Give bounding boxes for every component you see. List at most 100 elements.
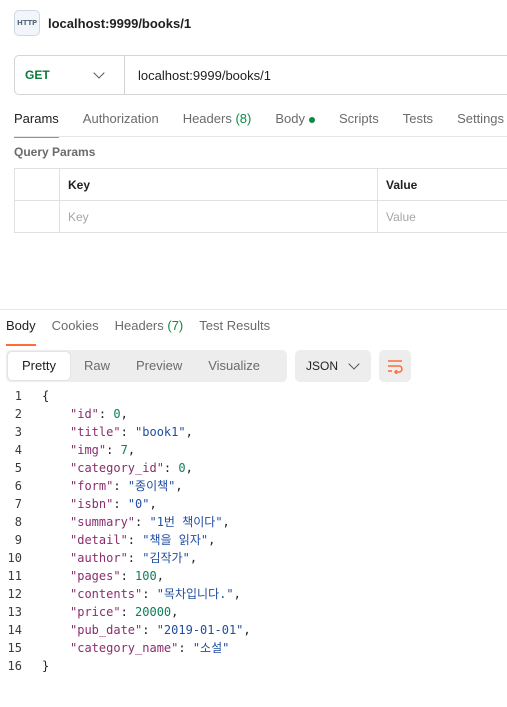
body-indicator-dot bbox=[308, 116, 315, 123]
close-brace: } bbox=[42, 659, 50, 673]
view-preview-button[interactable]: Preview bbox=[124, 352, 194, 380]
code-line: 1{ bbox=[0, 387, 251, 405]
json-key: "form" bbox=[70, 479, 114, 493]
divider bbox=[14, 136, 507, 137]
tab-body-label: Body bbox=[275, 111, 305, 126]
headers-count-badge: (8) bbox=[235, 111, 252, 126]
table-row: Key Value bbox=[14, 200, 507, 233]
wrap-lines-icon bbox=[388, 360, 403, 374]
tab-test-results-label: Test Results bbox=[199, 318, 271, 333]
chevron-down-icon bbox=[93, 67, 105, 79]
json-key: "detail" bbox=[70, 533, 128, 547]
json-value: "0" bbox=[127, 497, 150, 511]
request-tab-title[interactable]: HTTP localhost:9999/books/1 bbox=[14, 10, 191, 36]
code-line: 4 "img": 7, bbox=[0, 441, 251, 459]
http-icon: HTTP bbox=[14, 10, 40, 36]
query-params-table: Key Value Key Value bbox=[14, 168, 507, 233]
tab-settings[interactable]: Settings bbox=[457, 110, 504, 134]
tab-headers[interactable]: Headers (8) bbox=[183, 110, 252, 134]
json-key: "pub_date" bbox=[70, 623, 143, 637]
tab-cookies-label: Cookies bbox=[51, 318, 99, 333]
tab-response-headers-label: Headers bbox=[114, 318, 164, 333]
code-line: 16} bbox=[0, 657, 251, 675]
json-key: "summary" bbox=[70, 515, 136, 529]
json-key: "pages" bbox=[70, 569, 121, 583]
line-number: 11 bbox=[7, 569, 22, 583]
code-line: 6 "form": "종이책", bbox=[0, 477, 251, 495]
view-raw-button[interactable]: Raw bbox=[72, 352, 122, 380]
json-key: "category_name" bbox=[70, 641, 179, 655]
code-line: 8 "summary": "1번 책이다", bbox=[0, 513, 251, 531]
tab-response-body-label: Body bbox=[6, 318, 36, 333]
tab-params[interactable]: Params bbox=[14, 110, 59, 138]
line-number: 4 bbox=[14, 443, 22, 457]
json-key: "title" bbox=[70, 425, 121, 439]
tab-authorization-label: Authorization bbox=[82, 111, 159, 126]
method-select[interactable]: GET bbox=[15, 56, 125, 94]
line-number: 14 bbox=[7, 623, 22, 637]
json-value: 100 bbox=[135, 569, 157, 583]
line-number: 9 bbox=[14, 533, 22, 547]
tab-title-text: localhost:9999/books/1 bbox=[48, 15, 192, 31]
line-number: 7 bbox=[14, 497, 22, 511]
response-headers-count-badge: (7) bbox=[167, 318, 184, 333]
code-line: 2 "id": 0, bbox=[0, 405, 251, 423]
value-input[interactable]: Value bbox=[377, 200, 507, 233]
tab-scripts-label: Scripts bbox=[338, 111, 379, 126]
view-visualize-button[interactable]: Visualize bbox=[196, 352, 272, 380]
line-number: 13 bbox=[7, 605, 22, 619]
tab-params-label: Params bbox=[14, 111, 59, 126]
open-brace: { bbox=[42, 389, 50, 403]
checkbox-cell bbox=[14, 168, 60, 201]
view-mode-group: Pretty Raw Preview Visualize bbox=[6, 350, 287, 382]
line-number: 12 bbox=[7, 587, 22, 601]
line-number: 6 bbox=[14, 479, 22, 493]
line-number: 5 bbox=[14, 461, 22, 475]
json-value: "소설" bbox=[192, 641, 230, 655]
url-input[interactable]: localhost:9999/books/1 bbox=[138, 68, 271, 83]
json-key: "price" bbox=[70, 605, 121, 619]
tab-body[interactable]: Body bbox=[275, 110, 315, 134]
tab-authorization[interactable]: Authorization bbox=[83, 110, 159, 134]
json-key: "category_id" bbox=[70, 461, 164, 475]
format-select[interactable]: JSON bbox=[295, 350, 371, 382]
code-line: 11 "pages": 100, bbox=[0, 567, 251, 585]
wrap-lines-button[interactable] bbox=[379, 350, 411, 382]
chevron-down-icon bbox=[348, 358, 360, 370]
line-number: 8 bbox=[14, 515, 22, 529]
key-input[interactable]: Key bbox=[59, 200, 378, 233]
line-number: 15 bbox=[7, 641, 22, 655]
json-value: 0 bbox=[113, 407, 121, 421]
key-column-header: Key bbox=[59, 168, 378, 201]
tab-scripts[interactable]: Scripts bbox=[339, 110, 379, 134]
json-key: "contents" bbox=[70, 587, 143, 601]
url-bar: GET localhost:9999/books/1 bbox=[14, 55, 507, 95]
value-column-header: Value bbox=[377, 168, 507, 201]
json-key: "img" bbox=[70, 443, 107, 457]
view-pretty-button[interactable]: Pretty bbox=[8, 352, 70, 380]
tab-tests-label: Tests bbox=[402, 111, 434, 126]
tab-test-results[interactable]: Test Results bbox=[199, 318, 270, 340]
line-number: 10 bbox=[7, 551, 22, 565]
json-value: "책을 읽자" bbox=[142, 533, 209, 547]
format-label: JSON bbox=[306, 359, 339, 373]
json-key: "id" bbox=[70, 407, 99, 421]
tab-cookies[interactable]: Cookies bbox=[52, 318, 99, 340]
tab-response-headers[interactable]: Headers (7) bbox=[115, 318, 184, 340]
json-key: "isbn" bbox=[70, 497, 114, 511]
code-line: 9 "detail": "책을 읽자", bbox=[0, 531, 251, 549]
response-divider[interactable] bbox=[0, 309, 507, 310]
request-tabs: Params Authorization Headers (8) Body Sc… bbox=[14, 110, 507, 138]
json-value: 7 bbox=[120, 443, 128, 457]
line-number: 2 bbox=[14, 407, 22, 421]
code-line: 10 "author": "김작가", bbox=[0, 549, 251, 567]
code-line: 7 "isbn": "0", bbox=[0, 495, 251, 513]
json-value: 20000 bbox=[135, 605, 172, 619]
json-value: "book1" bbox=[135, 425, 186, 439]
response-tabs: Body Cookies Headers (7) Test Results bbox=[6, 318, 286, 346]
json-value: "목차입니다." bbox=[156, 587, 234, 601]
tab-tests[interactable]: Tests bbox=[403, 110, 433, 134]
tab-headers-label: Headers bbox=[182, 111, 232, 126]
code-line: 12 "contents": "목차입니다.", bbox=[0, 585, 251, 603]
tab-response-body[interactable]: Body bbox=[6, 318, 36, 346]
